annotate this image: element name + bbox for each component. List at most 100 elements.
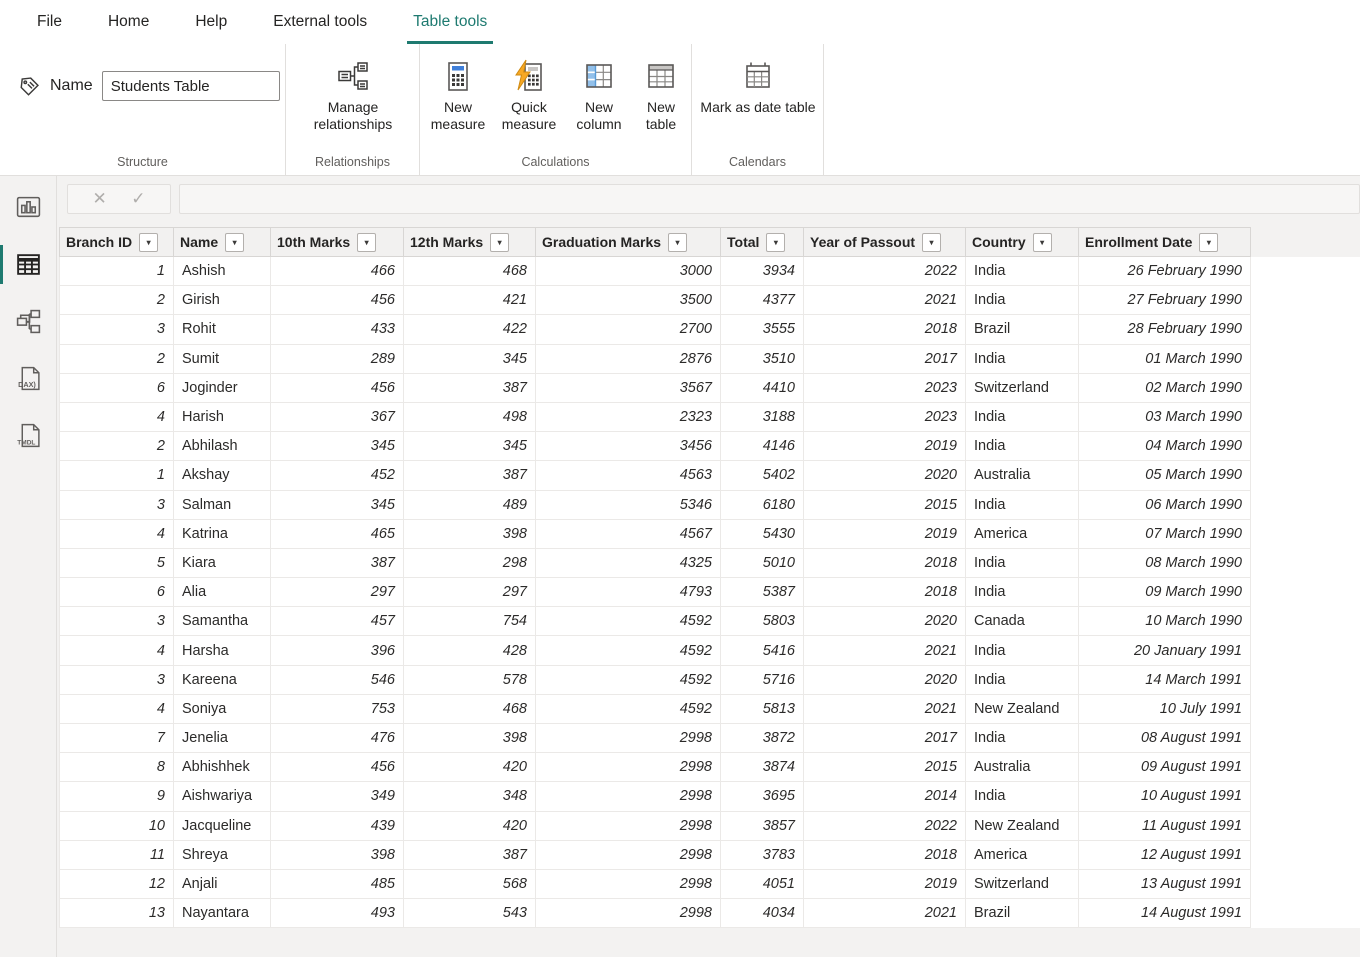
table-cell[interactable]: 2021 xyxy=(804,636,966,665)
table-cell[interactable]: 1 xyxy=(59,461,174,490)
table-cell[interactable]: Aishwariya xyxy=(174,782,271,811)
table-cell[interactable]: 2323 xyxy=(536,403,721,432)
table-cell[interactable]: 387 xyxy=(404,461,536,490)
table-cell[interactable]: Joginder xyxy=(174,374,271,403)
table-cell[interactable]: 2018 xyxy=(804,549,966,578)
table-cell[interactable]: 754 xyxy=(404,607,536,636)
table-cell[interactable]: 2017 xyxy=(804,345,966,374)
table-cell[interactable]: 4 xyxy=(59,636,174,665)
table-cell[interactable]: 2021 xyxy=(804,695,966,724)
table-cell[interactable]: 2018 xyxy=(804,841,966,870)
table-name-input[interactable] xyxy=(102,71,280,101)
cancel-icon[interactable]: ✕ xyxy=(93,190,107,207)
table-cell[interactable]: 2015 xyxy=(804,753,966,782)
table-cell[interactable]: 04 March 1990 xyxy=(1079,432,1251,461)
table-cell[interactable]: 8 xyxy=(59,753,174,782)
table-cell[interactable]: 2020 xyxy=(804,607,966,636)
table-cell[interactable]: 02 March 1990 xyxy=(1079,374,1251,403)
table-cell[interactable]: 13 August 1991 xyxy=(1079,870,1251,899)
table-cell[interactable]: 27 February 1990 xyxy=(1079,286,1251,315)
table-cell[interactable]: 3872 xyxy=(721,724,804,753)
table-cell[interactable]: 543 xyxy=(404,899,536,928)
table-cell[interactable]: 2998 xyxy=(536,841,721,870)
column-header-total[interactable]: Total▾ xyxy=(721,227,804,257)
table-cell[interactable]: 3188 xyxy=(721,403,804,432)
table-cell[interactable]: 428 xyxy=(404,636,536,665)
table-cell[interactable]: 396 xyxy=(271,636,404,665)
table-cell[interactable]: 2998 xyxy=(536,812,721,841)
table-cell[interactable]: Samantha xyxy=(174,607,271,636)
table-cell[interactable]: 4 xyxy=(59,695,174,724)
table-cell[interactable]: 465 xyxy=(271,520,404,549)
table-cell[interactable]: Harish xyxy=(174,403,271,432)
table-cell[interactable]: 3783 xyxy=(721,841,804,870)
table-cell[interactable]: 2998 xyxy=(536,899,721,928)
table-cell[interactable]: 345 xyxy=(404,345,536,374)
ribbon-tab-external-tools[interactable]: External tools xyxy=(267,0,373,44)
table-cell[interactable]: India xyxy=(966,549,1079,578)
table-cell[interactable]: Rohit xyxy=(174,315,271,344)
table-cell[interactable]: 421 xyxy=(404,286,536,315)
table-cell[interactable]: 6180 xyxy=(721,491,804,520)
table-cell[interactable]: 5803 xyxy=(721,607,804,636)
table-cell[interactable]: 2019 xyxy=(804,432,966,461)
new-column-button[interactable]: New column xyxy=(568,56,630,133)
column-header-graduation-marks[interactable]: Graduation Marks▾ xyxy=(536,227,721,257)
table-cell[interactable]: 297 xyxy=(404,578,536,607)
table-cell[interactable]: 348 xyxy=(404,782,536,811)
table-cell[interactable]: 2 xyxy=(59,432,174,461)
table-cell[interactable]: 10 xyxy=(59,812,174,841)
column-header-name[interactable]: Name▾ xyxy=(174,227,271,257)
table-cell[interactable]: India xyxy=(966,666,1079,695)
table-cell[interactable]: 289 xyxy=(271,345,404,374)
table-cell[interactable]: 2021 xyxy=(804,286,966,315)
table-cell[interactable]: Akshay xyxy=(174,461,271,490)
commit-icon[interactable]: ✓ xyxy=(131,190,145,207)
table-cell[interactable]: 2023 xyxy=(804,403,966,432)
table-cell[interactable]: 468 xyxy=(404,695,536,724)
table-cell[interactable]: 3874 xyxy=(721,753,804,782)
table-cell[interactable]: 1 xyxy=(59,257,174,286)
table-cell[interactable]: 5716 xyxy=(721,666,804,695)
column-header-branch-id[interactable]: Branch ID▾ xyxy=(59,227,174,257)
table-cell[interactable]: 3500 xyxy=(536,286,721,315)
table-cell[interactable]: 753 xyxy=(271,695,404,724)
table-cell[interactable]: 493 xyxy=(271,899,404,928)
table-cell[interactable]: India xyxy=(966,636,1079,665)
sidebar-item-dax-query-view[interactable]: DAX) xyxy=(0,350,56,407)
formula-input[interactable] xyxy=(179,184,1360,214)
column-header-year-of-passout[interactable]: Year of Passout▾ xyxy=(804,227,966,257)
table-cell[interactable]: 2998 xyxy=(536,870,721,899)
table-cell[interactable]: 14 August 1991 xyxy=(1079,899,1251,928)
table-cell[interactable]: Anjali xyxy=(174,870,271,899)
table-cell[interactable]: 10 August 1991 xyxy=(1079,782,1251,811)
table-cell[interactable]: Abhilash xyxy=(174,432,271,461)
table-cell[interactable]: 433 xyxy=(271,315,404,344)
table-cell[interactable]: 4793 xyxy=(536,578,721,607)
table-cell[interactable]: Salman xyxy=(174,491,271,520)
table-cell[interactable]: 2 xyxy=(59,286,174,315)
table-cell[interactable]: 387 xyxy=(404,374,536,403)
table-cell[interactable]: 476 xyxy=(271,724,404,753)
table-cell[interactable]: 3857 xyxy=(721,812,804,841)
column-header-10th-marks[interactable]: 10th Marks▾ xyxy=(271,227,404,257)
filter-dropdown-icon[interactable]: ▾ xyxy=(766,233,785,252)
table-cell[interactable]: Alia xyxy=(174,578,271,607)
column-header-12th-marks[interactable]: 12th Marks▾ xyxy=(404,227,536,257)
table-cell[interactable]: 6 xyxy=(59,578,174,607)
table-cell[interactable]: Harsha xyxy=(174,636,271,665)
table-cell[interactable]: 5387 xyxy=(721,578,804,607)
table-cell[interactable]: 297 xyxy=(271,578,404,607)
table-cell[interactable]: 3 xyxy=(59,315,174,344)
table-cell[interactable]: India xyxy=(966,491,1079,520)
table-cell[interactable]: India xyxy=(966,403,1079,432)
table-cell[interactable]: 3695 xyxy=(721,782,804,811)
table-cell[interactable]: 08 August 1991 xyxy=(1079,724,1251,753)
manage-relationships-button[interactable]: Manage relationships xyxy=(293,56,413,133)
table-cell[interactable]: 2876 xyxy=(536,345,721,374)
table-cell[interactable]: 298 xyxy=(404,549,536,578)
table-cell[interactable]: Nayantara xyxy=(174,899,271,928)
table-cell[interactable]: 07 March 1990 xyxy=(1079,520,1251,549)
table-cell[interactable]: Brazil xyxy=(966,315,1079,344)
table-cell[interactable]: 2022 xyxy=(804,812,966,841)
